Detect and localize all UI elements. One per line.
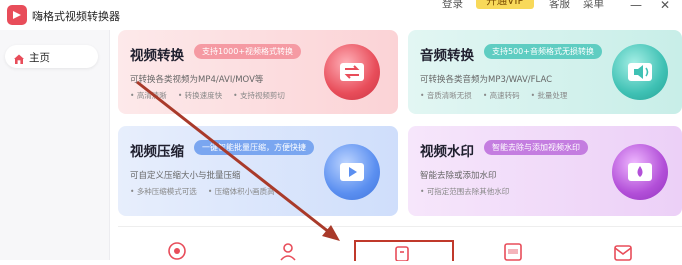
card-video-compress[interactable]: 视频压缩 一键智能批量压缩，方便快捷 可自定义压缩大小与批量压缩 多种压缩模式可… xyxy=(118,126,398,216)
card-description: 智能去除或添加水印 xyxy=(420,171,497,181)
sidebar-item-home[interactable]: 主页 xyxy=(5,45,98,68)
card-badge: 智能去除与添加视频水印 xyxy=(484,140,588,155)
card-features: 音质清晰无损 高速转码 批量处理 xyxy=(420,90,578,101)
card-title: 视频水印 xyxy=(420,144,474,160)
minimize-icon[interactable]: — xyxy=(630,0,642,12)
tool-gif-icon[interactable] xyxy=(502,239,532,261)
feature-item: 高清清晰 xyxy=(130,91,167,100)
feature-item: 支持视频剪切 xyxy=(233,91,285,100)
feature-item: 高速转码 xyxy=(483,91,520,100)
watermark-icon xyxy=(612,144,668,200)
card-title: 音频转换 xyxy=(420,48,474,64)
feature-item: 批量处理 xyxy=(531,91,568,100)
sidebar: 主页 xyxy=(0,30,110,260)
vip-button[interactable]: 开通VIP xyxy=(476,0,534,9)
home-icon xyxy=(13,50,25,69)
close-icon[interactable]: ✕ xyxy=(660,0,670,12)
video-compress-icon xyxy=(324,144,380,200)
card-video-convert[interactable]: 视频转换 支持1000+视频格式转换 可转换各类视频为MP4/AVI/MOV等 … xyxy=(118,30,398,114)
title-bar: 嗨格式视频转换器 登录 开通VIP 客服 菜单 — ✕ xyxy=(0,0,682,30)
card-features: 高清清晰 转换速度快 支持视频剪切 xyxy=(130,90,296,101)
card-badge: 支持1000+视频格式转换 xyxy=(194,44,302,59)
card-badge: 一键智能批量压缩，方便快捷 xyxy=(194,140,314,155)
audio-convert-icon xyxy=(612,44,668,100)
feature-item: 可指定范围去除其他水印 xyxy=(420,187,509,196)
feature-item: 多种压缩模式可选 xyxy=(130,187,197,196)
sidebar-item-label: 主页 xyxy=(29,52,50,64)
card-description: 可转换各类视频为MP4/AVI/MOV等 xyxy=(130,75,264,85)
login-link[interactable]: 登录 xyxy=(442,0,463,11)
app-title: 嗨格式视频转换器 xyxy=(32,10,120,23)
card-watermark[interactable]: 视频水印 智能去除与添加视频水印 智能去除或添加水印 可指定范围去除其他水印 xyxy=(408,126,682,216)
card-description: 可转换各类音频为MP3/WAV/FLAC xyxy=(420,75,553,85)
feature-item: 音质清晰无损 xyxy=(420,91,472,100)
card-features: 可指定范围去除其他水印 xyxy=(420,186,520,197)
tool-row xyxy=(118,226,682,261)
menu-button[interactable]: 菜单 xyxy=(583,0,604,11)
video-convert-icon xyxy=(324,44,380,100)
service-button[interactable]: 客服 xyxy=(549,0,570,11)
card-title: 视频转换 xyxy=(130,48,184,64)
card-audio-convert[interactable]: 音频转换 支持500+音频格式无损转换 可转换各类音频为MP3/WAV/FLAC… xyxy=(408,30,682,114)
card-features: 多种压缩模式可选 压缩体积小画质高 xyxy=(130,186,286,197)
card-title: 视频压缩 xyxy=(130,144,184,160)
feature-item: 转换速度快 xyxy=(178,91,222,100)
tool-highlighted-item[interactable] xyxy=(354,240,454,261)
tool-mail-icon[interactable] xyxy=(612,239,642,261)
tool-user-icon[interactable] xyxy=(278,239,308,261)
card-badge: 支持500+音频格式无损转换 xyxy=(484,44,602,59)
app-logo-icon xyxy=(7,5,27,25)
card-description: 可自定义压缩大小与批量压缩 xyxy=(130,171,241,181)
feature-item: 压缩体积小画质高 xyxy=(208,187,275,196)
tool-record-icon[interactable] xyxy=(166,239,196,261)
